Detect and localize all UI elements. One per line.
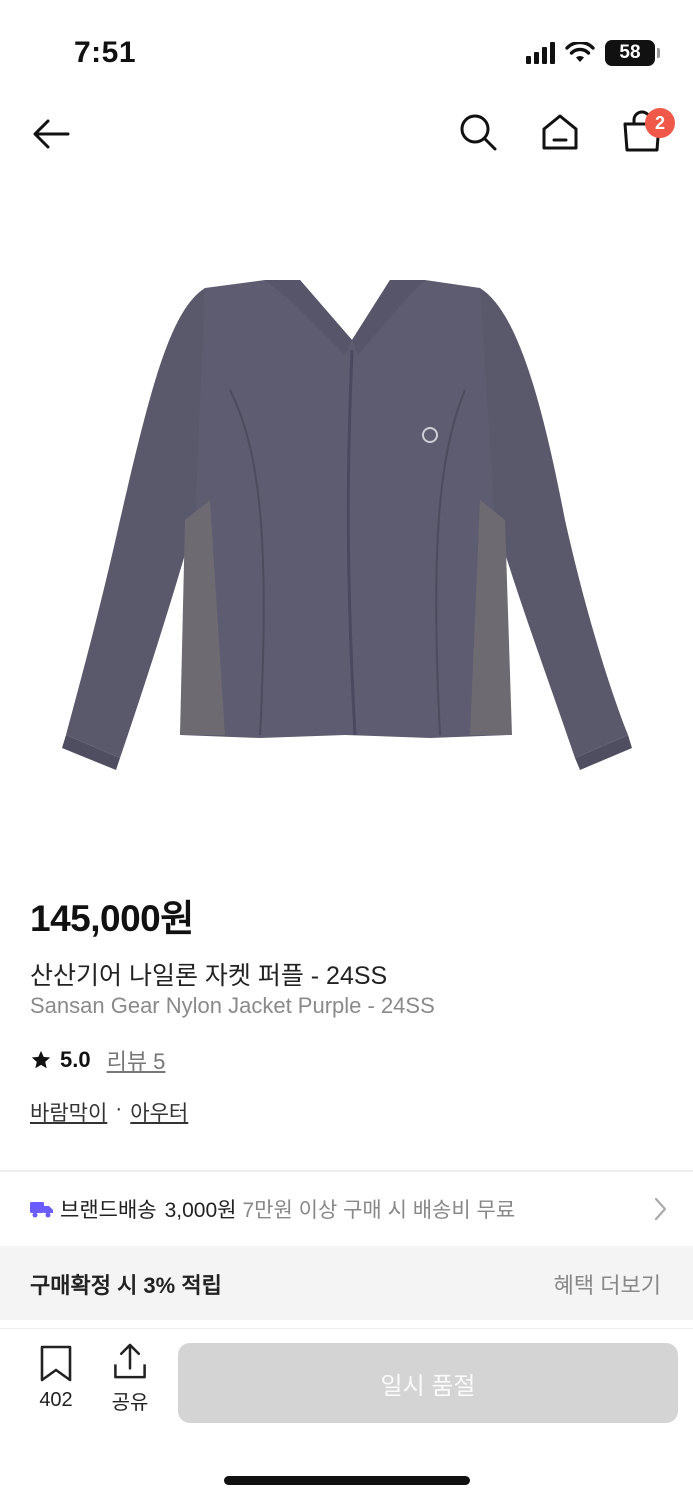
- cart-count-badge: 2: [645, 108, 675, 138]
- search-icon[interactable]: [456, 110, 500, 154]
- chevron-right-icon: [654, 1197, 667, 1221]
- category-separator: ·: [115, 1097, 123, 1120]
- shipping-info-row[interactable]: 브랜드배송 3,000원 7만원 이상 구매 시 배송비 무료: [30, 1192, 670, 1226]
- cellular-signal-icon: [526, 42, 555, 64]
- bookmark-button[interactable]: 402: [28, 1345, 84, 1415]
- category-windbreaker-link[interactable]: 바람막이: [30, 1097, 107, 1127]
- status-icons: 58: [526, 40, 660, 66]
- arrow-left-icon[interactable]: [28, 110, 76, 158]
- rating-row: 5.0 리뷰 5: [30, 1044, 165, 1076]
- points-benefit-row: 구매확정 시 3% 적립 혜택 더보기: [0, 1246, 693, 1320]
- points-label: 구매확정 시 3% 적립: [30, 1273, 222, 1298]
- product-price: 145,000원: [30, 898, 194, 939]
- top-navigation-bar: [0, 100, 693, 170]
- shipping-label: 브랜드배송: [60, 1199, 157, 1222]
- review-link[interactable]: 리뷰 5: [107, 1044, 166, 1076]
- battery-indicator: 58: [605, 40, 660, 66]
- star-icon: [31, 1050, 51, 1069]
- wifi-icon: [565, 42, 595, 62]
- bookmark-icon: [40, 1345, 72, 1382]
- more-benefits-link[interactable]: 혜택 더보기: [554, 1268, 661, 1300]
- share-button[interactable]: 공유: [102, 1343, 158, 1415]
- product-name-english: Sansan Gear Nylon Jacket Purple - 24SS: [30, 993, 435, 1018]
- home-indicator: [224, 1476, 470, 1485]
- jacket-image: [62, 280, 632, 770]
- temporarily-sold-out-button[interactable]: 일시 품절: [178, 1343, 678, 1423]
- share-icon: [114, 1343, 146, 1379]
- section-divider: [0, 1170, 693, 1172]
- category-outer-link[interactable]: 아우터: [130, 1097, 188, 1127]
- rating-score: 5.0: [60, 1047, 91, 1072]
- bottom-action-bar: 402 공유 일시 품절: [0, 1328, 693, 1438]
- shipping-fee: 3,000원: [164, 1199, 237, 1222]
- status-time: 7:51: [74, 36, 137, 69]
- truck-icon: [30, 1202, 53, 1218]
- product-name-korean: 산산기어 나일론 자켓 퍼플 - 24SS: [30, 962, 388, 990]
- free-shipping-condition: 7만원 이상 구매 시 배송비 무료: [242, 1199, 516, 1222]
- share-label: 공유: [111, 1392, 149, 1414]
- home-icon[interactable]: [538, 110, 582, 154]
- bookmark-count: 402: [39, 1389, 73, 1411]
- status-bar: 7:51 58: [0, 0, 693, 100]
- product-image[interactable]: [0, 190, 693, 850]
- category-tags: 바람막이 · 아우터: [30, 1097, 188, 1127]
